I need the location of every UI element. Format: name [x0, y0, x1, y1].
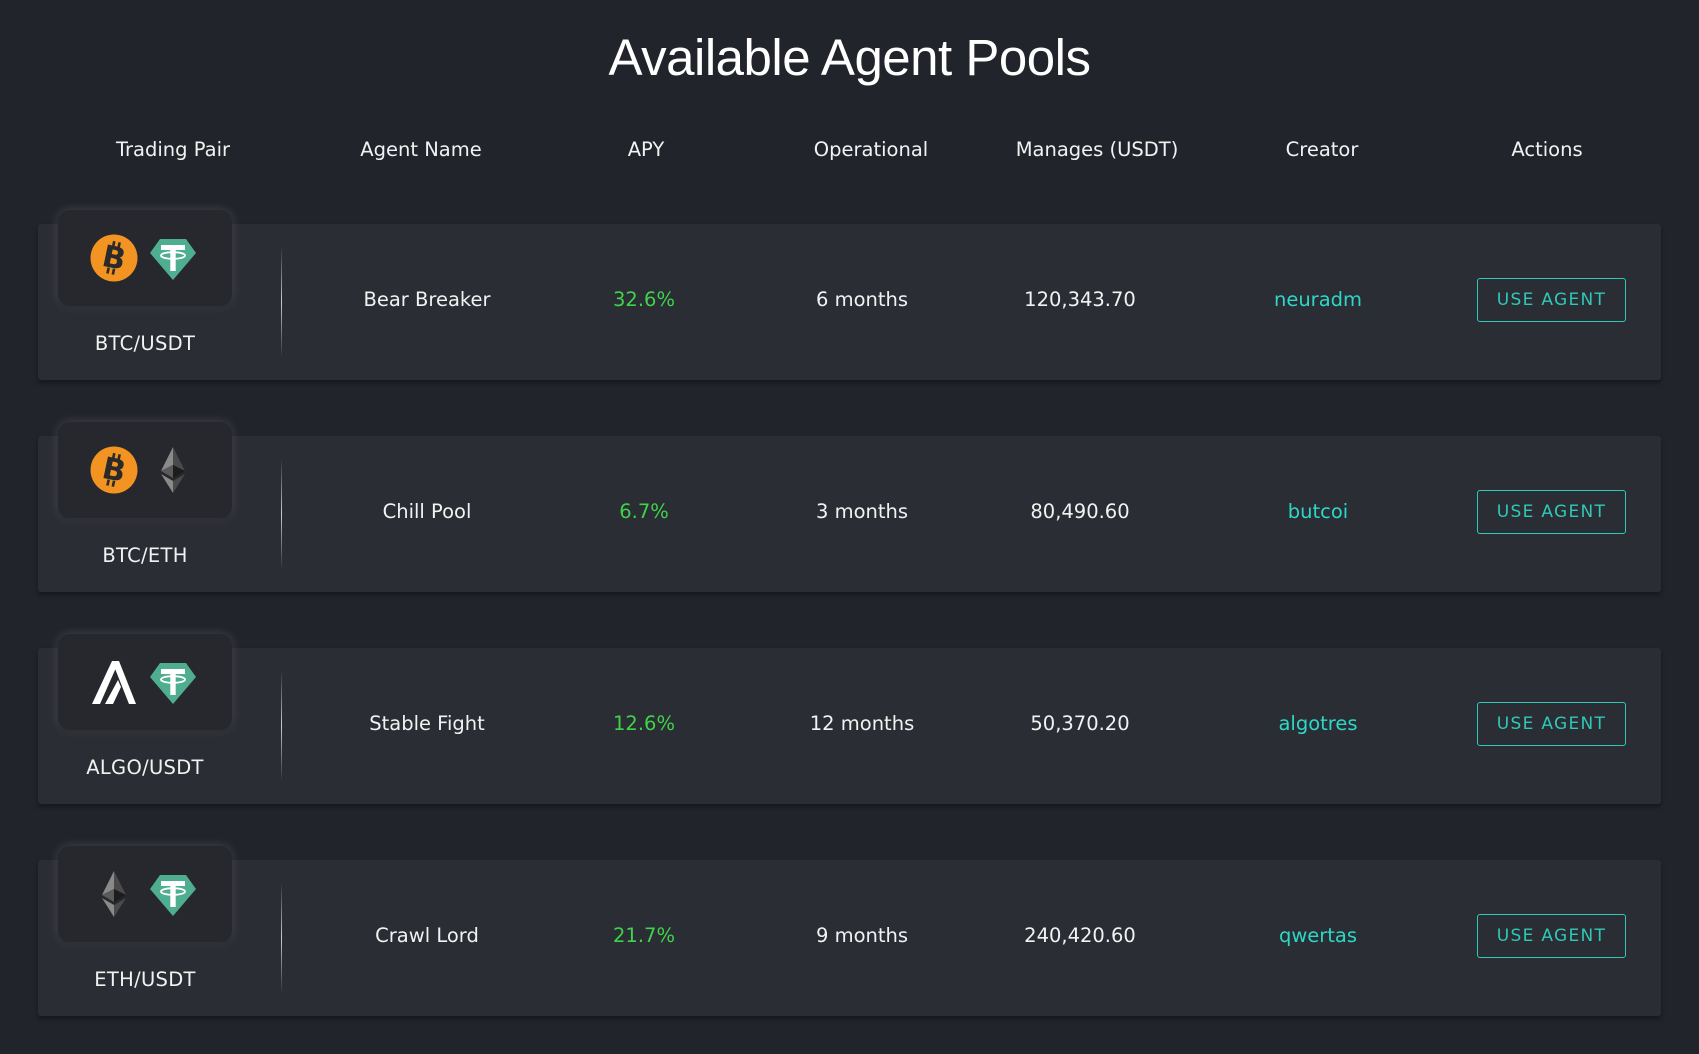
trading-pair-label: ALGO/USDT — [86, 756, 204, 779]
col-header-creator: Creator — [1285, 138, 1359, 161]
pair-icon-tile — [58, 634, 232, 730]
usdt-icon — [148, 233, 198, 283]
table-row: ALGO/USDT Stable Fight 12.6% 12 months 50,37… — [38, 634, 1661, 804]
page-title: Available Agent Pools — [608, 29, 1091, 86]
operational-duration: 6 months — [815, 288, 909, 311]
table-row: B BTC/ETH Chill Pool 6.7% 3 months 80,490.60 b… — [38, 422, 1661, 592]
operational-duration: 12 months — [809, 712, 915, 735]
col-header-trading-pair: Trading Pair — [115, 138, 231, 161]
pair-icon-tile — [58, 846, 232, 942]
use-agent-button[interactable]: USE AGENT — [1477, 278, 1626, 322]
table-row: ETH/USDT Crawl Lord 21.7% 9 months 240,420.6… — [38, 846, 1661, 1016]
column-divider — [281, 246, 282, 358]
pair-icon-tile: B — [58, 422, 232, 518]
column-divider — [281, 882, 282, 994]
managed-amount: 240,420.60 — [1024, 924, 1136, 947]
trading-pair-label: BTC/USDT — [94, 332, 196, 355]
column-divider — [281, 670, 282, 782]
agent-name: Stable Fight — [369, 712, 485, 735]
apy-value: 21.7% — [613, 924, 675, 947]
usdt-icon — [148, 869, 198, 919]
usdt-icon — [148, 657, 198, 707]
pair-icon-tile: B — [58, 210, 232, 306]
col-header-operational: Operational — [813, 138, 929, 161]
use-agent-button[interactable]: USE AGENT — [1477, 914, 1626, 958]
btc-icon: B — [89, 445, 139, 495]
btc-icon: B — [89, 233, 139, 283]
table-header: Trading Pair Agent Name APY Operational … — [0, 138, 1699, 168]
trading-pair-label: BTC/ETH — [102, 544, 188, 567]
agent-name: Bear Breaker — [363, 288, 491, 311]
use-agent-button[interactable]: USE AGENT — [1477, 490, 1626, 534]
apy-value: 12.6% — [613, 712, 675, 735]
operational-duration: 9 months — [815, 924, 909, 947]
col-header-apy: APY — [627, 138, 665, 161]
table-row: B BTC/USDT Bear Breaker 32.6% 6 months 120,34… — [38, 210, 1661, 380]
creator-link[interactable]: butcoi — [1288, 500, 1348, 523]
eth-icon — [89, 869, 139, 919]
algo-icon — [89, 657, 139, 707]
agent-name: Crawl Lord — [375, 924, 479, 947]
agent-name: Chill Pool — [382, 500, 472, 523]
eth-icon — [148, 445, 198, 495]
operational-duration: 3 months — [815, 500, 909, 523]
col-header-agent-name: Agent Name — [360, 138, 482, 161]
trading-pair-label: ETH/USDT — [94, 968, 196, 991]
col-header-manages: Manages (USDT) — [1015, 138, 1179, 161]
creator-link[interactable]: qwertas — [1279, 924, 1357, 947]
column-divider — [281, 458, 282, 570]
creator-link[interactable]: neuradm — [1274, 288, 1362, 311]
use-agent-button[interactable]: USE AGENT — [1477, 702, 1626, 746]
managed-amount: 50,370.20 — [1030, 712, 1130, 735]
apy-value: 32.6% — [613, 288, 675, 311]
managed-amount: 80,490.60 — [1030, 500, 1130, 523]
col-header-actions: Actions — [1511, 138, 1583, 161]
apy-value: 6.7% — [619, 500, 669, 523]
managed-amount: 120,343.70 — [1024, 288, 1136, 311]
creator-link[interactable]: algotres — [1278, 712, 1357, 735]
